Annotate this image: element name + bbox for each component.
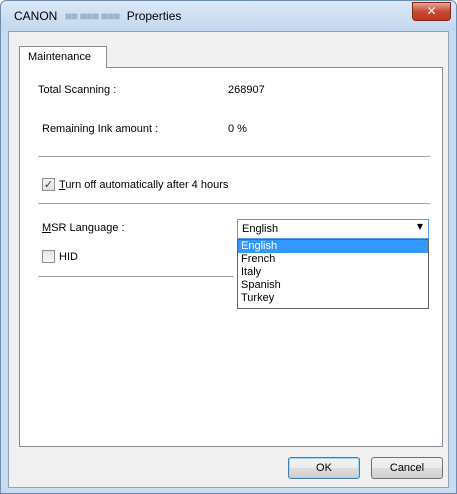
hid-label[interactable]: HID — [59, 251, 78, 263]
remaining-ink-label: Remaining Ink amount : — [42, 123, 159, 135]
msr-language-selected: English — [242, 223, 279, 235]
total-scanning-value: 268907 — [228, 84, 265, 96]
separator-top — [38, 156, 430, 157]
option-french[interactable]: French — [238, 253, 428, 266]
checkmark-icon: ✓ — [43, 178, 54, 191]
option-turkey[interactable]: Turkey — [238, 292, 428, 305]
window-title: CANON ■■ ■■■ ■■■ Properties — [14, 9, 181, 23]
title-bar[interactable]: CANON ■■ ■■■ ■■■ Properties ✕ — [1, 1, 456, 31]
msr-language-text: SR Language : — [51, 222, 125, 234]
tab-maintenance-label: Maintenance — [28, 51, 91, 63]
separator-bottom — [38, 276, 234, 277]
ok-button[interactable]: OK — [288, 457, 360, 479]
cancel-button[interactable]: Cancel — [371, 457, 443, 479]
separator-middle — [38, 203, 430, 204]
hid-checkbox[interactable] — [42, 250, 55, 263]
title-suffix: Properties — [126, 9, 182, 23]
option-spanish[interactable]: Spanish — [238, 279, 428, 292]
title-brand: CANON — [14, 9, 58, 23]
msr-language-select[interactable]: English ▼ — [237, 219, 429, 239]
auto-off-label[interactable]: Turn off automatically after 4 hours — [59, 179, 228, 191]
close-button[interactable]: ✕ — [412, 2, 451, 21]
close-icon: ✕ — [426, 4, 437, 18]
auto-off-text: urn off automatically after 4 hours — [65, 179, 229, 191]
msr-language-accel: M — [42, 222, 52, 234]
title-model-redacted: ■■ ■■■ ■■■ — [64, 9, 121, 23]
total-scanning-label: Total Scanning : — [38, 84, 117, 96]
auto-off-checkbox[interactable]: ✓ — [42, 178, 55, 191]
option-italy[interactable]: Italy — [238, 266, 428, 279]
chevron-down-icon[interactable]: ▼ — [417, 222, 423, 231]
remaining-ink-value: 0 % — [228, 123, 247, 135]
option-english[interactable]: English — [238, 240, 428, 253]
msr-language-label: MSR Language : — [42, 222, 125, 234]
tab-maintenance[interactable]: Maintenance — [19, 46, 107, 68]
msr-language-dropdown: English French Italy Spanish Turkey — [237, 239, 429, 309]
